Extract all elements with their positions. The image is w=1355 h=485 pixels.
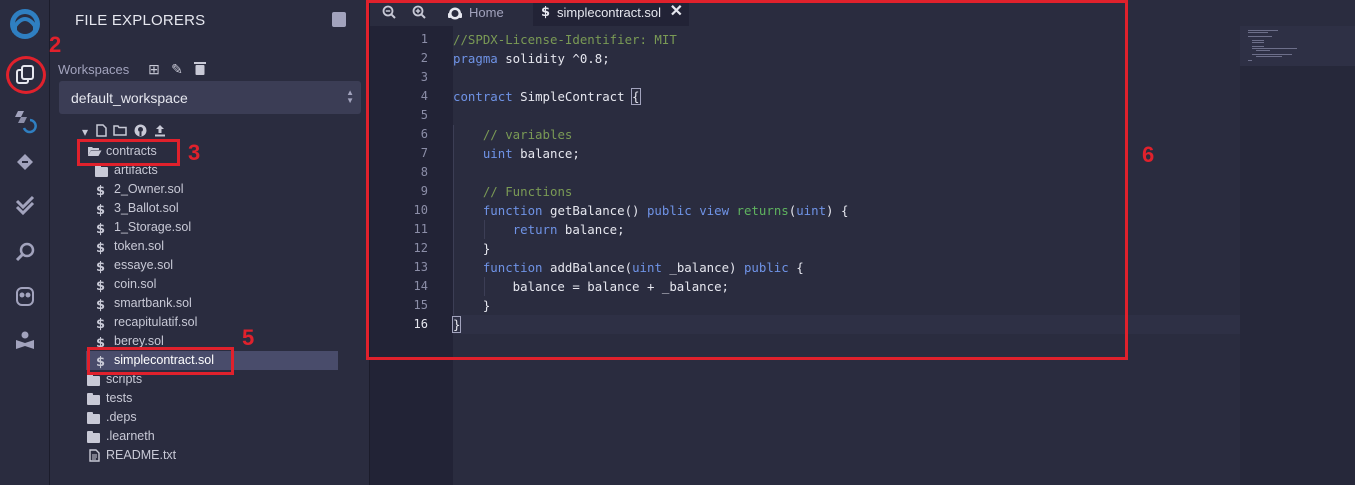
solidity-file-icon: $ (96, 279, 106, 294)
deploy-run-icon[interactable] (11, 148, 39, 176)
documentation-icon[interactable] (332, 12, 346, 27)
tree-item-label: 1_Storage.sol (114, 220, 192, 234)
select-caret-icon: ▲ ▼ (346, 88, 354, 105)
tree-file-2-owner[interactable]: $ 2_Owner.sol (94, 181, 374, 200)
upload-icon[interactable] (153, 124, 167, 140)
annotation-number-5: 5 (242, 325, 255, 350)
remix-logo-icon[interactable] (6, 4, 44, 42)
annotation-number-6: 6 (1142, 142, 1155, 167)
annotation-box (366, 0, 1128, 360)
folder-icon (94, 164, 110, 178)
rename-workspace-icon[interactable]: ✎ (169, 61, 185, 77)
tree-item-label: .learneth (106, 429, 155, 443)
tree-item-label: .deps (106, 410, 137, 424)
folder-icon (86, 411, 102, 425)
code-minimap[interactable] (1240, 26, 1355, 485)
tree-folder-tests[interactable]: tests (86, 390, 366, 409)
solidity-compiler-icon[interactable] (11, 107, 39, 135)
tree-item-label: recapitulatif.sol (114, 315, 198, 329)
github-icon[interactable] (133, 124, 147, 140)
tree-folder-learneth[interactable]: .learneth (86, 428, 366, 447)
solidity-unit-testing-icon[interactable] (11, 191, 39, 219)
learneth-owl-icon[interactable] (11, 282, 39, 310)
solidity-file-icon: $ (96, 203, 106, 218)
panel-title: FILE EXPLORERS (75, 12, 206, 29)
tree-folder-deps[interactable]: .deps (86, 409, 366, 428)
solidity-file-icon: $ (96, 298, 106, 313)
tree-file-essaye[interactable]: $ essaye.sol (94, 257, 374, 276)
workspaces-label: Workspaces (58, 62, 130, 77)
tree-item-label: tests (106, 391, 133, 405)
solidity-file-icon: $ (96, 260, 106, 275)
annotation-number-2: 2 (49, 32, 62, 57)
workspace-select-value: default_workspace (71, 90, 188, 106)
folder-icon (86, 373, 102, 387)
tree-file-token[interactable]: $ token.sol (94, 238, 374, 257)
file-explorer-panel: FILE EXPLORERS Workspaces ⊞ ✎ default_wo… (50, 0, 370, 485)
debugger-icon[interactable] (11, 238, 39, 266)
tree-file-recapitulatif[interactable]: $ recapitulatif.sol (94, 314, 374, 333)
annotation-box (77, 139, 180, 166)
solidity-file-icon: $ (96, 222, 106, 237)
annotation-box (87, 347, 234, 375)
text-file-icon (86, 449, 102, 463)
tree-file-smartbank[interactable]: $ smartbank.sol (94, 295, 374, 314)
plugin-manager-icon[interactable] (11, 326, 39, 354)
create-workspace-icon[interactable]: ⊞ (146, 61, 162, 77)
new-file-icon[interactable] (94, 124, 108, 140)
solidity-file-icon: $ (96, 184, 106, 199)
tree-item-label: smartbank.sol (114, 296, 192, 310)
tree-item-label: token.sol (114, 239, 165, 253)
tree-file-coin[interactable]: $ coin.sol (94, 276, 374, 295)
annotation-circle (6, 56, 46, 94)
tree-file-1-storage[interactable]: $ 1_Storage.sol (94, 219, 374, 238)
folder-icon (86, 430, 102, 444)
caret-down-icon[interactable]: ▾ (78, 124, 92, 140)
solidity-file-icon: $ (96, 241, 106, 256)
new-folder-icon[interactable] (113, 124, 127, 140)
solidity-file-icon: $ (96, 317, 106, 332)
tree-file-readme[interactable]: README.txt (86, 447, 366, 466)
workspace-select[interactable]: default_workspace ▲ ▼ (59, 81, 361, 114)
tree-item-label: essaye.sol (114, 258, 174, 272)
tree-item-label: berey.sol (114, 334, 164, 348)
tree-file-3-ballot[interactable]: $ 3_Ballot.sol (94, 200, 374, 219)
tree-item-label: coin.sol (114, 277, 157, 291)
folder-icon (86, 392, 102, 406)
annotation-number-3: 3 (188, 140, 201, 165)
tree-item-label: 3_Ballot.sol (114, 201, 179, 215)
tree-item-label: README.txt (106, 448, 177, 462)
delete-workspace-icon[interactable] (192, 61, 208, 77)
tree-item-label: 2_Owner.sol (114, 182, 184, 196)
